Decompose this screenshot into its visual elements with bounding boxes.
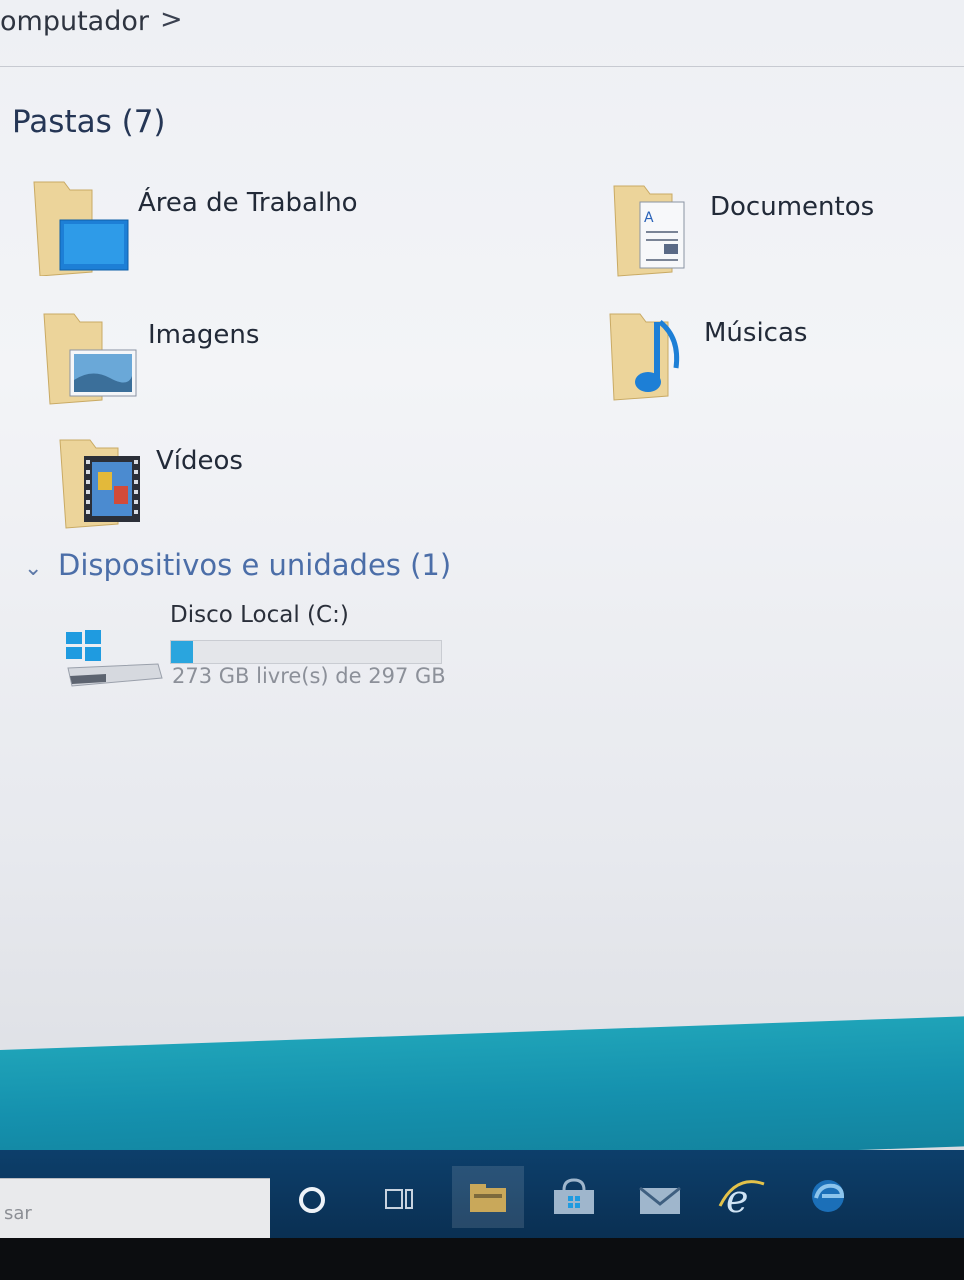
folder-label: Imagens xyxy=(148,320,260,350)
file-explorer-taskbar-button[interactable] xyxy=(452,1166,524,1228)
windows-drive-icon xyxy=(66,630,163,687)
drive-label: Disco Local (C:) xyxy=(170,602,349,628)
store-button[interactable] xyxy=(538,1166,610,1228)
mail-icon xyxy=(639,1186,681,1214)
documents-folder-icon: A xyxy=(613,185,685,277)
task-view-button[interactable] xyxy=(362,1166,434,1228)
breadcrumb-chevron-icon[interactable]: > xyxy=(160,4,183,35)
drive-free-space: 273 GB livre(s) de 297 GB xyxy=(172,664,446,688)
folder-label: Documentos xyxy=(710,192,875,222)
folder-label: Músicas xyxy=(704,318,808,348)
taskbar: sar e xyxy=(0,1150,964,1240)
svg-text:A: A xyxy=(644,210,654,226)
file-explorer-icon xyxy=(470,1184,506,1212)
mail-button[interactable] xyxy=(624,1166,696,1228)
edge-icon xyxy=(812,1180,845,1212)
cortana-icon xyxy=(299,1187,325,1213)
monitor-bezel xyxy=(0,1238,964,1280)
edge-button[interactable] xyxy=(792,1166,864,1228)
drive-usage-bar xyxy=(170,640,442,664)
devices-group-header[interactable]: Dispositivos e unidades (1) xyxy=(58,548,451,582)
pictures-folder-icon xyxy=(43,313,137,405)
file-explorer-window: omputador > Pastas (7) Área de Trabalho … xyxy=(0,0,964,1068)
music-folder-icon xyxy=(609,313,680,401)
search-placeholder: sar xyxy=(4,1203,32,1224)
ie-icon: e xyxy=(718,1177,765,1221)
task-view-icon xyxy=(385,1189,413,1209)
desktop-folder-icon xyxy=(33,181,129,276)
taskbar-search-box[interactable]: sar xyxy=(0,1178,270,1239)
drive-usage-fill xyxy=(171,641,193,663)
folders-group-header[interactable]: Pastas (7) xyxy=(12,104,166,140)
collapse-chevron-icon[interactable]: ⌄ xyxy=(24,556,42,581)
store-icon xyxy=(554,1178,594,1214)
folder-label: Área de Trabalho xyxy=(138,188,358,218)
cortana-button[interactable] xyxy=(276,1166,348,1228)
ie-button[interactable]: e xyxy=(706,1166,778,1228)
breadcrumb-computer[interactable]: omputador xyxy=(0,6,149,37)
folder-label: Vídeos xyxy=(156,446,243,476)
address-bar[interactable]: omputador > xyxy=(0,0,964,67)
videos-folder-icon xyxy=(59,439,140,529)
